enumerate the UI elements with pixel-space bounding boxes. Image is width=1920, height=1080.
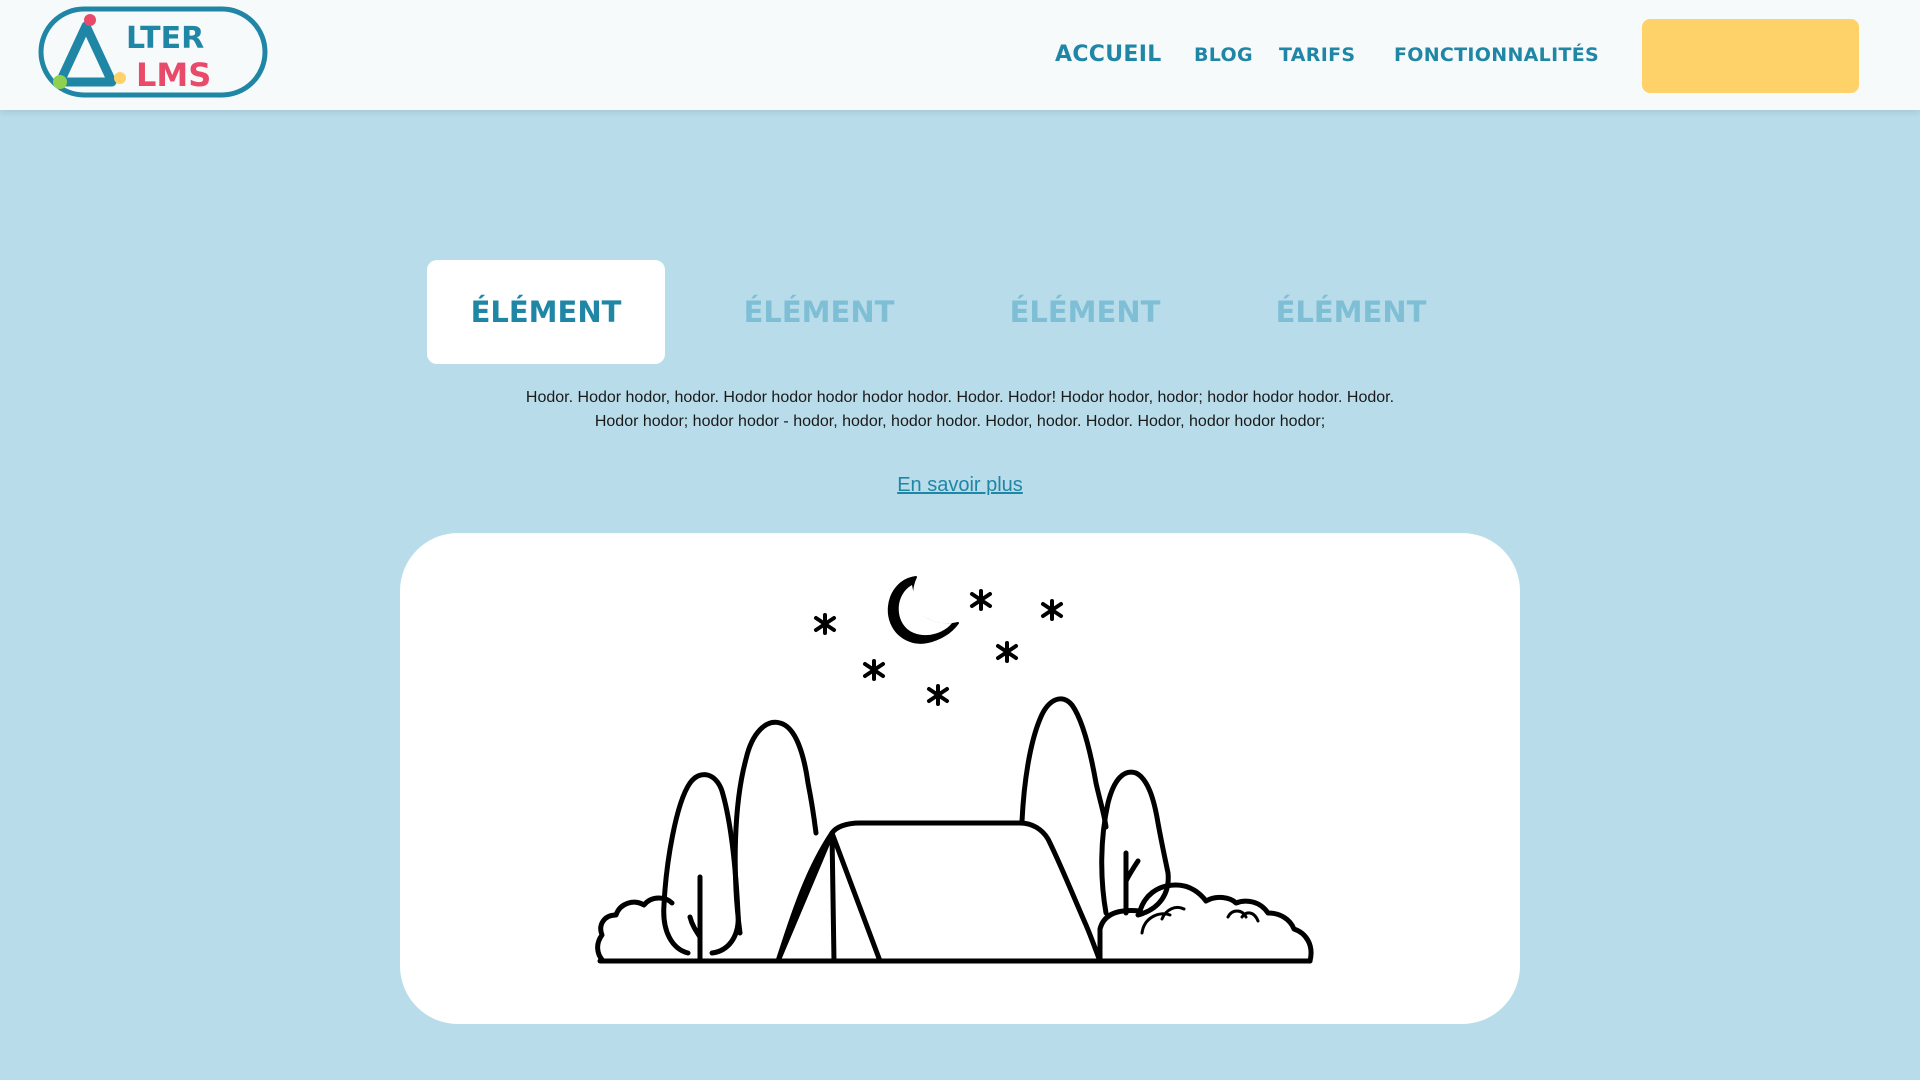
tab-description: Hodor. Hodor hodor, hodor. Hodor hodor h… — [440, 386, 1480, 434]
en-savoir-plus-label: En savoir plus — [897, 474, 1023, 496]
nav-blog[interactable]: BLOG — [1194, 44, 1253, 66]
site-header: LTER LMS ACCUEIL BLOG TARIFS FONCTIONNAL… — [0, 0, 1920, 110]
tab-element-1[interactable]: ÉLÉMENT — [427, 260, 665, 364]
illustration-card — [400, 533, 1520, 1024]
stars-icon — [814, 589, 1063, 706]
camping-tent-night-illustration — [595, 576, 1314, 964]
tab-element-4[interactable]: ÉLÉMENT — [1232, 260, 1470, 364]
description-line-2: Hodor hodor; hodor hodor - hodor, hodor,… — [594, 413, 1326, 430]
tab-element-3[interactable]: ÉLÉMENT — [966, 260, 1204, 364]
right-bush — [1097, 882, 1314, 964]
cta-button[interactable] — [1642, 19, 1859, 93]
left-bush — [595, 895, 675, 964]
nav-accueil[interactable]: ACCUEIL — [1055, 42, 1162, 67]
nav-fonctionnalites[interactable]: FONCTIONNALITÉS — [1394, 44, 1599, 66]
main-nav: ACCUEIL BLOG TARIFS FONCTIONNALITÉS — [0, 42, 1920, 72]
tab-element-2[interactable]: ÉLÉMENT — [700, 260, 938, 364]
element-tabs: ÉLÉMENT ÉLÉMENT ÉLÉMENT ÉLÉMENT — [0, 260, 1920, 364]
right-tall-tree — [1019, 696, 1109, 830]
right-small-tree — [1099, 769, 1171, 918]
description-line-1: Hodor. Hodor hodor, hodor. Hodor hodor h… — [525, 389, 1395, 406]
nav-tarifs[interactable]: TARIFS — [1279, 44, 1355, 66]
en-savoir-plus-link[interactable]: En savoir plus — [0, 474, 1920, 497]
